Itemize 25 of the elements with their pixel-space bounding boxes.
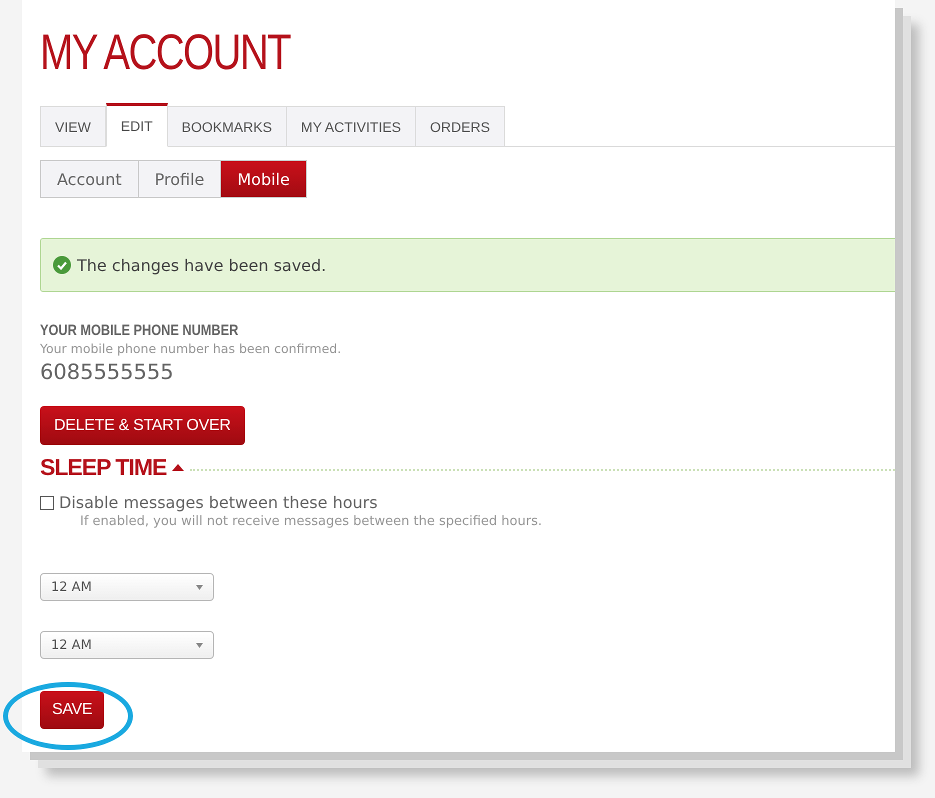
subtab[interactable]: Mobile bbox=[221, 160, 307, 198]
phone-number: 6085555555 bbox=[40, 360, 175, 384]
time-select[interactable]: 12 AM bbox=[40, 631, 214, 659]
check-circle-icon bbox=[53, 256, 71, 274]
time-select[interactable]: 12 AM bbox=[40, 573, 214, 601]
checkbox[interactable] bbox=[40, 496, 54, 510]
subtab[interactable]: Account bbox=[40, 160, 139, 198]
confirmation-note: Your mobile phone number has been confirmed. bbox=[40, 341, 342, 356]
caret-icon bbox=[196, 642, 203, 648]
save-button[interactable]: SAVE bbox=[40, 691, 104, 729]
delete-button[interactable]: DELETE & START OVER bbox=[40, 406, 245, 445]
checkbox-label[interactable]: Disable messages between these hours bbox=[59, 493, 378, 512]
section-heading[interactable]: SLEEP TIME bbox=[40, 454, 166, 481]
tab[interactable]: VIEW bbox=[40, 106, 106, 147]
subtab[interactable]: Profile bbox=[138, 160, 222, 198]
tab[interactable]: MY ACTIVITIES bbox=[286, 106, 416, 147]
alert-text: The changes have been saved. bbox=[77, 256, 326, 274]
caret-icon bbox=[196, 584, 203, 590]
hint-text: If enabled, you will not receive messages between the specified hours. bbox=[80, 514, 543, 529]
section-heading: YOUR MOBILE PHONE NUMBER bbox=[40, 322, 240, 339]
tab[interactable]: EDIT bbox=[106, 103, 168, 147]
page-title: MY ACCOUNT bbox=[40, 23, 292, 82]
tab[interactable]: ORDERS bbox=[416, 106, 505, 147]
tab[interactable]: BOOKMARKS bbox=[168, 106, 287, 147]
caret-icon[interactable] bbox=[172, 464, 184, 471]
